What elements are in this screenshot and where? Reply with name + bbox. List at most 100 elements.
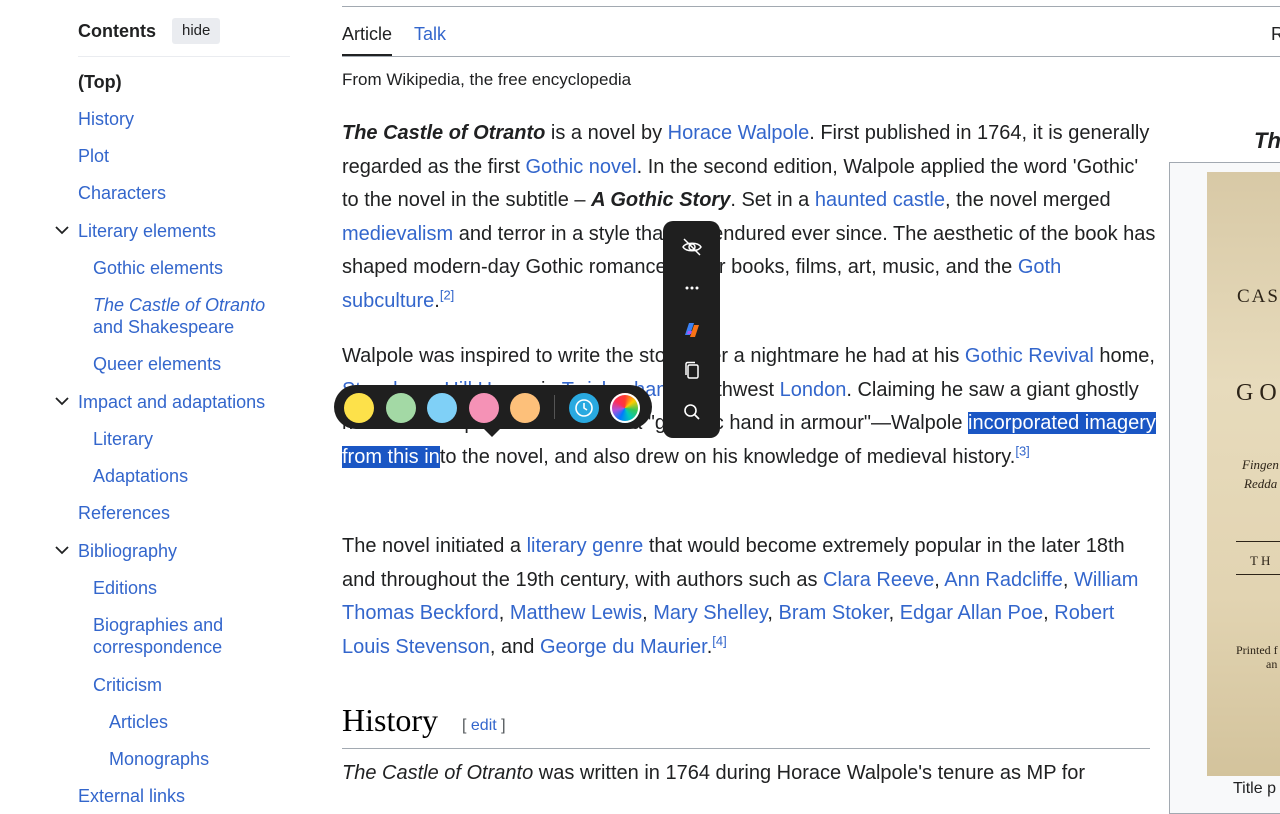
intro-paragraph-3: The novel initiated a literary genre tha… [342, 530, 1157, 664]
bold-title: The Castle of Otranto [342, 122, 546, 144]
toc-item-plot[interactable]: Plot [78, 145, 109, 167]
search-icon[interactable] [679, 399, 705, 425]
toc-item-castle-shakespeare-2[interactable]: and Shakespeare [93, 316, 234, 338]
text: , [934, 568, 945, 591]
tab-talk[interactable]: Talk [414, 24, 446, 45]
color-wheel-icon[interactable] [610, 393, 640, 423]
image-text: Redda [1244, 476, 1278, 491]
toc-item-articles[interactable]: Articles [109, 711, 168, 733]
edit-link[interactable]: edit [471, 717, 497, 734]
tab-article[interactable]: Article [342, 24, 393, 56]
highlight-palette [334, 385, 652, 437]
text: , [498, 602, 510, 625]
link-horace-walpole[interactable]: Horace Walpole [668, 122, 810, 144]
toc-item-impact[interactable]: Impact and adaptations [78, 391, 265, 413]
link-london[interactable]: London [780, 379, 847, 401]
toc-item-characters[interactable]: Characters [78, 182, 166, 204]
link-george-du-maurier[interactable]: George du Maurier [540, 636, 707, 658]
highlight-blue-button[interactable] [427, 393, 457, 423]
toc-hide-button[interactable]: hide [172, 18, 221, 44]
bracket: [ [462, 717, 471, 734]
highlight-orange-button[interactable] [510, 393, 540, 423]
link-gothic-revival[interactable]: Gothic Revival [965, 345, 1094, 367]
image-text: CAS [1237, 286, 1280, 307]
toc-item-literary[interactable]: Literary [93, 428, 153, 450]
toc-header: Contents hide [78, 18, 290, 57]
toc-title: Contents [78, 21, 156, 41]
reference-3[interactable]: [3] [1015, 443, 1029, 458]
link-mary-shelley[interactable]: Mary Shelley [653, 602, 767, 624]
toc-item-gothic-elements[interactable]: Gothic elements [93, 257, 223, 279]
link-edgar-allan-poe[interactable]: Edgar Allan Poe [900, 602, 1043, 624]
toc-item-biographies-2[interactable]: correspondence [93, 636, 222, 658]
toc-item-top[interactable]: (Top) [78, 71, 122, 93]
toc-item-queer-elements[interactable]: Queer elements [93, 353, 221, 375]
reference-4[interactable]: [4] [712, 633, 726, 648]
image-text: Fingen [1242, 457, 1279, 472]
toc-item-monographs[interactable]: Monographs [109, 748, 209, 770]
text: , [1043, 602, 1055, 625]
selection-toolbar [663, 221, 720, 438]
link-ann-radcliffe[interactable]: Ann Radcliffe [944, 569, 1063, 591]
link-matthew-lewis[interactable]: Matthew Lewis [510, 602, 642, 624]
more-icon[interactable] [679, 275, 705, 301]
palette-divider [554, 395, 555, 419]
title-page-image[interactable] [1207, 172, 1280, 776]
text: , [888, 602, 900, 625]
image-rule [1236, 574, 1280, 575]
page-tabs: Article Talk R [342, 0, 1280, 57]
text: . Set in a [730, 189, 815, 212]
link-haunted-castle[interactable]: haunted castle [815, 189, 945, 211]
text: , [1062, 568, 1074, 591]
chevron-down-icon[interactable] [54, 393, 70, 409]
toc-item-external-links[interactable]: External links [78, 785, 185, 807]
reference-2[interactable]: [2] [440, 287, 454, 302]
text: , [767, 602, 779, 625]
copilot-icon[interactable] [679, 317, 705, 343]
text: , the novel merged [944, 189, 1111, 212]
history-paragraph: The Castle of Otranto was written in 176… [342, 762, 1085, 785]
copy-icon[interactable] [679, 358, 705, 384]
link-literary-genre[interactable]: literary genre [527, 535, 644, 557]
toc-item-bibliography[interactable]: Bibliography [78, 540, 177, 562]
tagline: From Wikipedia, the free encyclopedia [342, 70, 632, 89]
toc-item-editions[interactable]: Editions [93, 577, 157, 599]
infobox-caption: Title p [1233, 780, 1276, 797]
link-clara-reeve[interactable]: Clara Reeve [823, 569, 934, 591]
link-gothic-novel[interactable]: Gothic novel [525, 156, 636, 178]
text: home, [1093, 345, 1155, 367]
table-of-contents: Contents hide (Top) History Plot Charact… [0, 0, 300, 806]
link-bram-stoker[interactable]: Bram Stoker [779, 602, 889, 624]
image-rule [1236, 541, 1280, 542]
chevron-down-icon[interactable] [54, 542, 70, 558]
section-heading-history: History [ edit ] [342, 700, 1150, 749]
toc-item-references[interactable]: References [78, 502, 170, 524]
history-icon[interactable] [569, 393, 599, 423]
bracket: ] [496, 717, 506, 734]
toc-item-criticism[interactable]: Criticism [93, 674, 162, 696]
text: is a novel by [545, 122, 668, 144]
hide-eye-icon[interactable] [679, 234, 705, 260]
text: The novel initiated a [342, 535, 527, 557]
highlight-green-button[interactable] [386, 393, 416, 423]
image-text: Printed f [1236, 643, 1278, 657]
toc-item-history[interactable]: History [78, 108, 134, 130]
toc-item-biographies[interactable]: Biographies and [93, 614, 223, 636]
link-medievalism[interactable]: medievalism [342, 223, 453, 245]
image-text: TH [1250, 553, 1274, 568]
image-text: an [1266, 657, 1278, 671]
italic-title: The Castle of Otranto [342, 762, 534, 784]
toc-item-literary-elements[interactable]: Literary elements [78, 220, 216, 242]
highlight-yellow-button[interactable] [344, 393, 374, 423]
edit-section: [ edit ] [462, 717, 506, 735]
text: was written in 1764 during Horace Walpol… [533, 762, 1086, 784]
infobox-title: Th [1254, 128, 1280, 153]
highlight-pink-button[interactable] [469, 393, 499, 423]
toc-item-castle-shakespeare[interactable]: The Castle of Otranto [93, 294, 265, 316]
chevron-down-icon[interactable] [54, 222, 70, 238]
tab-read[interactable]: R [1271, 24, 1280, 45]
toc-item-adaptations[interactable]: Adaptations [93, 465, 188, 487]
intro-paragraph-1: The Castle of Otranto is a novel by Hora… [342, 117, 1157, 319]
text: , [642, 602, 654, 625]
image-text: GO [1236, 380, 1280, 406]
